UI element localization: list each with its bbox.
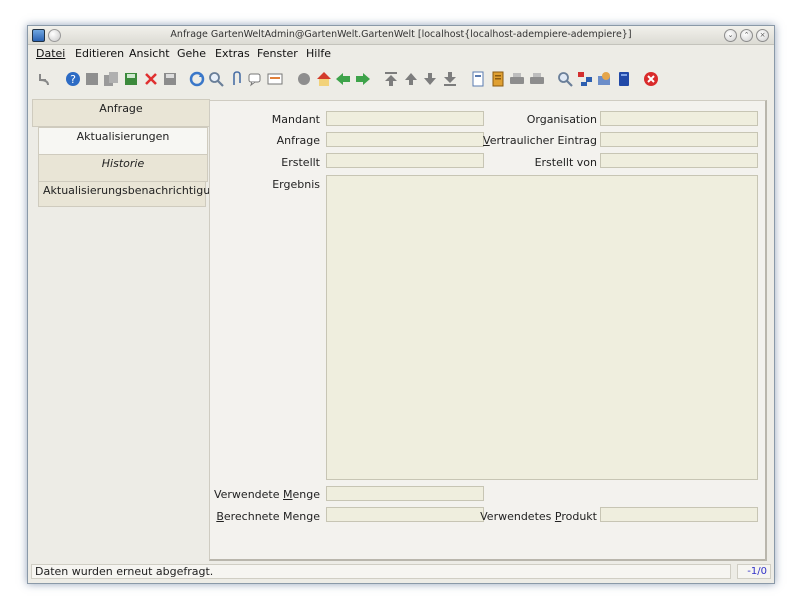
- help-icon[interactable]: ?: [65, 71, 81, 87]
- tab-anfrage-label: Anfrage: [99, 102, 143, 115]
- menu-fenster[interactable]: Fenster: [257, 47, 298, 60]
- ergebnis-label: Ergebnis: [272, 178, 320, 191]
- anfrage-field[interactable]: [326, 132, 484, 147]
- attachment-icon[interactable]: [228, 71, 244, 87]
- erstellt-label: Erstellt: [281, 156, 320, 169]
- mandant-field[interactable]: [326, 111, 484, 126]
- form-panel: Mandant Organisation Anfrage Vertraulich…: [209, 100, 767, 561]
- product-info-icon[interactable]: [596, 71, 612, 87]
- menu-datei[interactable]: Datei: [36, 47, 65, 60]
- tab-aktualisierungen[interactable]: Aktualisierungen: [38, 127, 208, 155]
- menu-editieren[interactable]: Editieren: [75, 47, 124, 60]
- verwendete-menge-label: Verwendete Menge: [213, 488, 320, 501]
- report-icon[interactable]: [470, 71, 486, 87]
- last-record-icon[interactable]: [442, 71, 458, 87]
- menu-hilfe[interactable]: Hilfe: [306, 47, 331, 60]
- back-icon[interactable]: [335, 71, 351, 87]
- maximize-icon[interactable]: ⌃: [740, 29, 753, 42]
- organisation-field[interactable]: [600, 111, 758, 126]
- vertraulicher-eintrag-label: Vertraulicher Eintrag: [483, 134, 597, 147]
- previous-record-icon[interactable]: [403, 71, 419, 87]
- workflow-icon[interactable]: [577, 71, 593, 87]
- new-record-icon[interactable]: [84, 71, 100, 87]
- tab-aktualisierungsbenachrichtigung-label: Aktualisierungsbenachrichtigung: [43, 184, 225, 197]
- save-new-icon[interactable]: [123, 71, 139, 87]
- zoom-across-icon[interactable]: [557, 71, 573, 87]
- next-record-icon[interactable]: [422, 71, 438, 87]
- tab-aktualisierungsbenachrichtigung[interactable]: Aktualisierungsbenachrichtigung: [38, 181, 224, 207]
- menu-gehe[interactable]: Gehe: [177, 47, 206, 60]
- menu-extras[interactable]: Extras: [215, 47, 250, 60]
- mandant-label: Mandant: [271, 113, 320, 126]
- record-count[interactable]: -1/0: [737, 564, 771, 579]
- save-icon[interactable]: [162, 71, 178, 87]
- tab-anfrage[interactable]: Anfrage: [32, 99, 210, 127]
- status-message: Daten wurden erneut abgefragt.: [31, 564, 731, 579]
- print-alt-icon[interactable]: [529, 71, 545, 87]
- close-window-icon[interactable]: ×: [756, 29, 769, 42]
- close-icon[interactable]: [643, 71, 659, 87]
- menu-ansicht[interactable]: Ansicht: [129, 47, 170, 60]
- anfrage-label: Anfrage: [276, 134, 320, 147]
- undo-icon[interactable]: [36, 71, 52, 87]
- first-record-icon[interactable]: [383, 71, 399, 87]
- tab-historie[interactable]: Historie: [38, 154, 208, 182]
- verwendetes-produkt-label: Verwendetes Produkt: [480, 510, 597, 523]
- tab-aktualisierungen-label: Aktualisierungen: [76, 130, 170, 143]
- ergebnis-textarea[interactable]: [326, 175, 758, 480]
- forward-icon[interactable]: [355, 71, 371, 87]
- erstellt-von-label: Erstellt von: [534, 156, 597, 169]
- toolbar: ?: [28, 68, 774, 94]
- verwendetes-produkt-field[interactable]: [600, 507, 758, 522]
- verwendete-menge-field[interactable]: [326, 486, 484, 501]
- request-icon[interactable]: [616, 71, 632, 87]
- tab-historie-label: Historie: [101, 157, 145, 170]
- minimize-icon[interactable]: ⌄: [724, 29, 737, 42]
- refresh-icon[interactable]: [189, 71, 205, 87]
- berechnete-menge-label: Berechnete Menge: [216, 510, 320, 523]
- home-icon[interactable]: [316, 71, 332, 87]
- print-preview-icon[interactable]: [490, 71, 506, 87]
- erstellt-von-field[interactable]: [600, 153, 758, 168]
- archive-icon[interactable]: [296, 71, 312, 87]
- chat-icon[interactable]: [247, 71, 263, 87]
- find-icon[interactable]: [208, 71, 224, 87]
- berechnete-menge-field[interactable]: [326, 507, 484, 522]
- copy-record-icon[interactable]: [103, 71, 119, 87]
- window-title: Anfrage GartenWeltAdmin@GartenWelt.Garte…: [170, 29, 632, 40]
- history-icon[interactable]: [267, 71, 283, 87]
- title-bar[interactable]: Anfrage GartenWeltAdmin@GartenWelt.Garte…: [28, 26, 774, 45]
- status-bar: Daten wurden erneut abgefragt. -1/0: [31, 564, 771, 580]
- print-icon[interactable]: [509, 71, 525, 87]
- menu-bar: Datei Editieren Ansicht Gehe Extras Fens…: [28, 45, 774, 63]
- erstellt-field[interactable]: [326, 153, 484, 168]
- svg-text:?: ?: [70, 73, 76, 86]
- vertraulicher-eintrag-field[interactable]: [600, 132, 758, 147]
- application-window: Anfrage GartenWeltAdmin@GartenWelt.Garte…: [27, 25, 775, 584]
- delete-icon[interactable]: [143, 71, 159, 87]
- organisation-label: Organisation: [526, 113, 597, 126]
